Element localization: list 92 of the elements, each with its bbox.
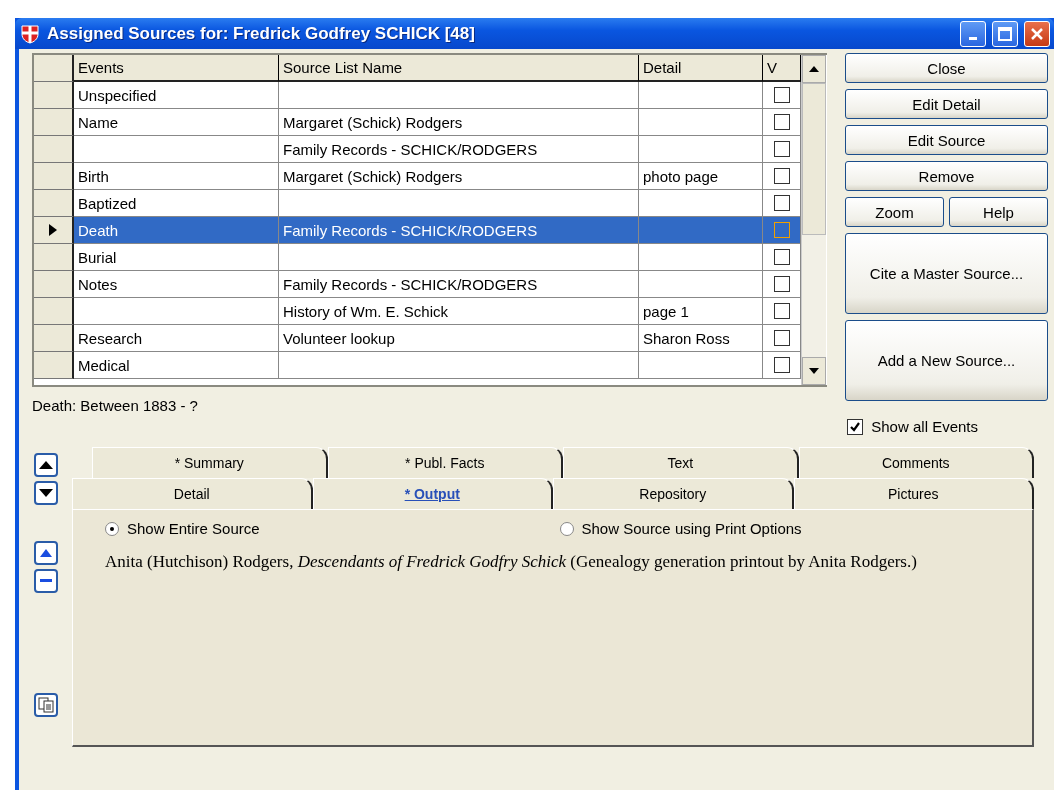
table-cell: Family Records - SCHICK/RODGERS <box>279 217 639 244</box>
dialog-button[interactable]: Cite a Master Source... <box>845 233 1048 314</box>
column-header[interactable]: V <box>763 55 801 82</box>
checkbox[interactable] <box>847 418 864 435</box>
status-text: Death: Between 1883 - ? <box>32 397 199 414</box>
tab[interactable]: * Output <box>312 478 553 509</box>
table-cell: Notes <box>74 271 279 298</box>
table-cell: Margaret (Schick) Rodgers <box>279 163 639 190</box>
table-cell: Death <box>74 217 279 244</box>
table-cell: Name <box>74 109 279 136</box>
row-indicator[interactable] <box>34 271 74 298</box>
table-cell: Unspecified <box>74 82 279 109</box>
table-cell: page 1 <box>639 298 763 325</box>
table-cell: Family Records - SCHICK/RODGERS <box>279 271 639 298</box>
checkbox[interactable] <box>773 276 790 292</box>
row-indicator[interactable] <box>34 244 74 271</box>
pointer-icon <box>48 223 58 237</box>
tab[interactable]: * Summary <box>92 447 328 478</box>
copy-icon <box>38 697 54 713</box>
checkbox-label[interactable]: Show all Events <box>871 418 978 435</box>
column-header[interactable]: Events <box>74 55 279 82</box>
table-cell: Burial <box>74 244 279 271</box>
checkbox[interactable] <box>773 330 790 346</box>
table-cell: Research <box>74 325 279 352</box>
table-cell: Medical <box>74 352 279 379</box>
dialog-button[interactable]: Remove <box>845 161 1048 191</box>
radio-label[interactable]: Show Source using Print Options <box>581 520 802 537</box>
tab[interactable]: Text <box>563 447 799 478</box>
citation-text: Anita (Hutchison) Rodgers, Descendants of Fredrick Godfry Schick (Genealogy generation printout by Anita Rodgers.) <box>104 551 918 573</box>
column-header[interactable]: Source List Name <box>279 55 639 82</box>
table-cell: Family Records - SCHICK/RODGERS <box>279 136 639 163</box>
checkbox[interactable] <box>773 195 790 211</box>
dialog-button[interactable]: Help <box>949 197 1048 227</box>
checkbox[interactable] <box>773 168 790 184</box>
maximize-icon <box>998 26 1012 41</box>
down-triangle-icon <box>39 488 53 498</box>
row-indicator[interactable] <box>34 298 74 325</box>
column-header[interactable]: Detail <box>639 55 763 82</box>
row-indicator[interactable] <box>34 136 74 163</box>
table-cell: photo page <box>639 163 763 190</box>
table-cell: History of Wm. E. Schick <box>279 298 639 325</box>
row-indicator[interactable] <box>34 190 74 217</box>
dialog-button[interactable]: Edit Detail <box>845 89 1048 119</box>
tab[interactable]: Pictures <box>793 478 1034 509</box>
row-indicator[interactable] <box>34 163 74 190</box>
minus-icon <box>40 579 52 583</box>
scrollbar[interactable] <box>801 55 826 385</box>
table-cell: Baptized <box>74 190 279 217</box>
down-button[interactable] <box>34 481 58 505</box>
up-button[interactable] <box>34 453 58 477</box>
header-corner <box>34 55 74 82</box>
copy-button[interactable] <box>34 693 58 717</box>
move-up-button[interactable] <box>34 541 58 565</box>
minimize-button[interactable] <box>960 20 986 47</box>
radio-label[interactable]: Show Entire Source <box>127 520 260 537</box>
row-indicator[interactable] <box>34 352 74 379</box>
close-button[interactable] <box>1024 20 1050 47</box>
tab[interactable]: Repository <box>553 478 794 509</box>
tab[interactable]: * Publ. Facts <box>327 447 563 478</box>
radio-button[interactable] <box>105 521 119 536</box>
radio-button[interactable] <box>559 521 574 536</box>
checkbox[interactable] <box>773 141 790 157</box>
row-indicator[interactable] <box>34 217 74 244</box>
up-triangle-icon <box>39 460 53 470</box>
table-cell: Volunteer lookup <box>279 325 639 352</box>
table-cell: Birth <box>74 163 279 190</box>
table-cell: Sharon Ross <box>639 325 763 352</box>
up-arrow-icon <box>809 66 819 72</box>
checkbox[interactable] <box>773 249 790 265</box>
maximize-button[interactable] <box>992 20 1018 47</box>
window-title: Assigned Sources for: Fredrick Godfrey SCHICK [48] <box>47 23 476 44</box>
row-indicator[interactable] <box>34 82 74 109</box>
dialog-button[interactable]: Zoom <box>845 197 944 227</box>
tab[interactable]: Comments <box>798 447 1034 478</box>
dialog-button[interactable]: Add a New Source... <box>845 320 1048 401</box>
checkbox[interactable] <box>773 222 790 238</box>
minimize-icon <box>969 37 977 40</box>
dialog-button[interactable]: Edit Source <box>845 125 1048 155</box>
checkbox[interactable] <box>773 303 790 319</box>
down-arrow-icon <box>809 368 819 374</box>
minus-button[interactable] <box>34 569 58 593</box>
checkbox[interactable] <box>773 357 790 373</box>
checkbox[interactable] <box>773 114 790 130</box>
up-triangle-icon <box>40 548 52 558</box>
close-icon <box>1030 26 1044 41</box>
dialog-button[interactable]: Close <box>845 53 1048 83</box>
table-cell: Margaret (Schick) Rodgers <box>279 109 639 136</box>
shield-icon <box>19 22 41 45</box>
tab[interactable]: Detail <box>72 478 313 509</box>
row-indicator[interactable] <box>34 325 74 352</box>
row-indicator[interactable] <box>34 109 74 136</box>
checkbox[interactable] <box>773 87 790 103</box>
